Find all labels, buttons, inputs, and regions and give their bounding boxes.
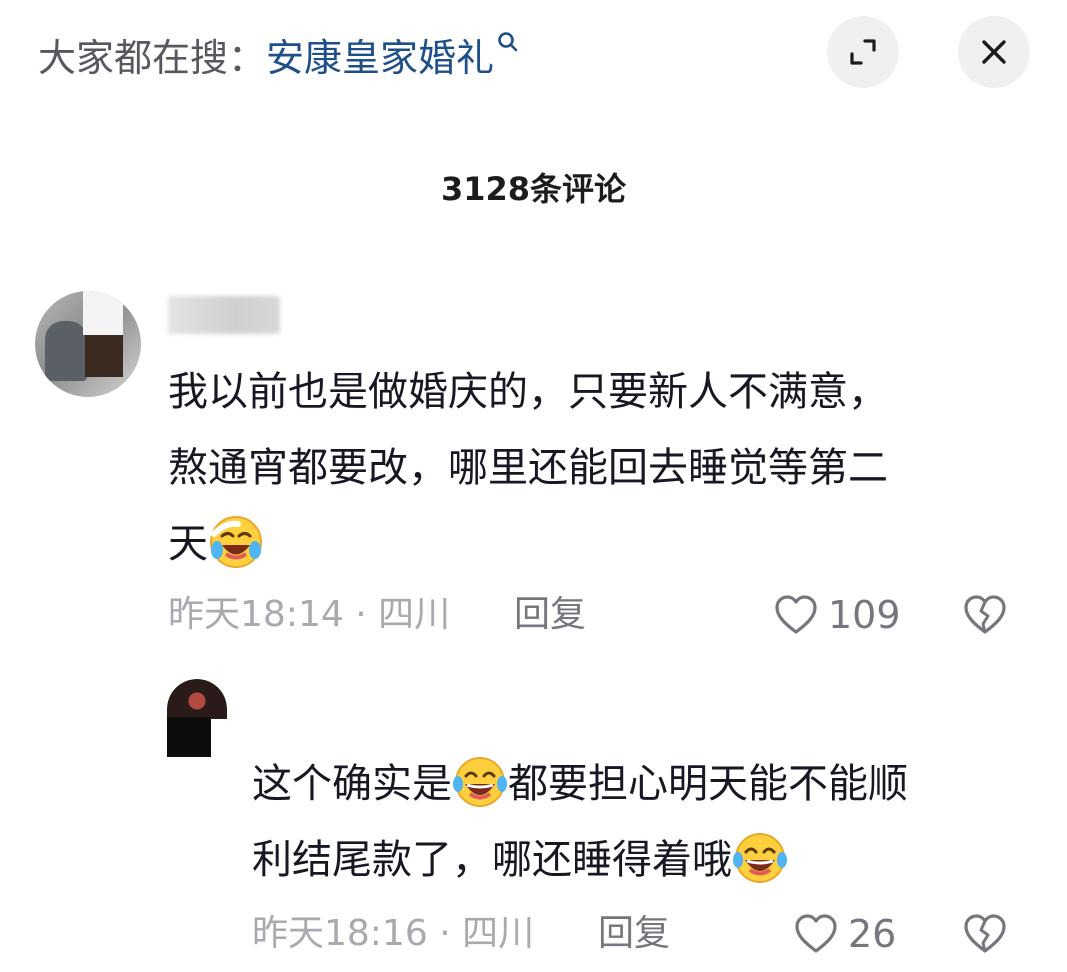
dislike-button[interactable] <box>961 591 1009 639</box>
heart-icon <box>775 595 817 634</box>
reply-button[interactable]: 回复 <box>514 591 586 639</box>
comment-line: 我以前也是做婚庆的，只要新人不满意， <box>168 369 888 415</box>
search-hint-prefix: 大家都在搜： <box>38 35 267 80</box>
search-hint-term[interactable]: 安康皇家婚礼 <box>266 27 494 82</box>
tears-of-joy-emoji <box>452 754 508 810</box>
comment-line: 利结尾款了，哪还睡得着哦 <box>252 822 908 898</box>
crying-laughing-emoji <box>208 514 264 570</box>
comment-line: 天 <box>168 506 888 582</box>
dislike-button[interactable] <box>961 910 1009 958</box>
like-count: 26 <box>848 912 897 956</box>
avatar[interactable] <box>167 679 227 757</box>
expand-button[interactable] <box>827 16 899 88</box>
tears-of-joy-emoji <box>732 830 788 886</box>
broken-heart-icon <box>964 914 1006 953</box>
avatar[interactable] <box>35 291 141 397</box>
comment-line: 这个确实是 都要担心明天能不能顺 <box>252 746 908 822</box>
reply-timestamp: 昨天18:16 · 四川 <box>252 913 535 954</box>
search-hint[interactable]: 大家都在搜： 安康皇家婚礼 <box>38 24 520 84</box>
reply-body: 这个确实是 都要担心明天能不能顺 利结尾款了，哪还睡得着哦 <box>252 746 908 898</box>
username-redacted[interactable] <box>168 296 280 334</box>
like-button[interactable]: 26 <box>792 908 896 960</box>
comment-body: 我以前也是做婚庆的，只要新人不满意， 熬通宵都要改，哪里还能回去睡觉等第二 天 <box>168 354 888 582</box>
heart-icon <box>795 914 837 953</box>
broken-heart-icon <box>964 595 1006 634</box>
like-button[interactable]: 109 <box>772 589 901 641</box>
expand-icon <box>850 39 876 65</box>
comment-line: 熬通宵都要改，哪里还能回去睡觉等第二 <box>168 445 888 491</box>
comment-timestamp: 昨天18:14 · 四川 <box>168 594 451 635</box>
search-icon <box>496 29 520 63</box>
like-count: 109 <box>828 593 901 637</box>
reply-button[interactable]: 回复 <box>598 910 670 958</box>
comment-count-title: 3128条评论 <box>440 170 627 208</box>
close-button[interactable] <box>958 16 1030 88</box>
close-icon <box>982 40 1006 64</box>
